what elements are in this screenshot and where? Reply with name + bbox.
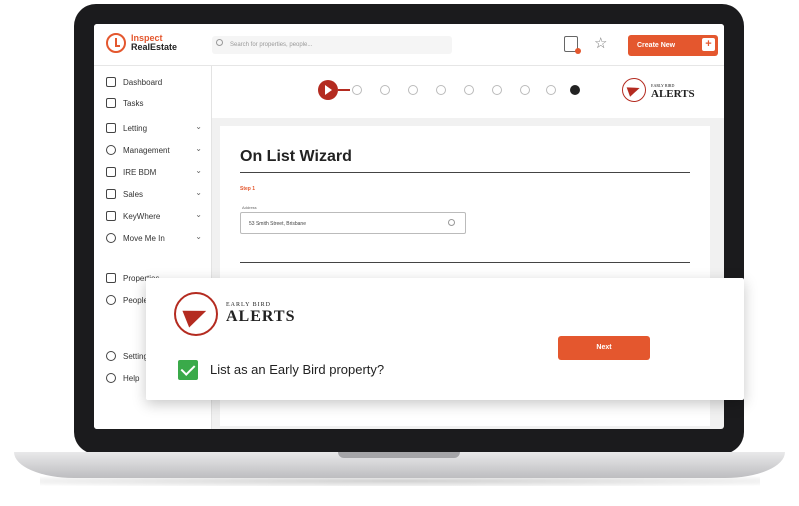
step-dot[interactable]	[546, 85, 556, 95]
star-icon[interactable]: ☆	[594, 34, 607, 52]
laptop-notch	[338, 452, 460, 458]
sidebar-item-move-me-in[interactable]: Move Me In ⌄	[106, 228, 210, 248]
early-bird-logo: EARLY BIRD ALERTS	[174, 292, 295, 336]
sidebar-item-ire-bdm[interactable]: IRE BDM ⌄	[106, 162, 210, 182]
step-dot[interactable]	[492, 85, 502, 95]
plus-icon: +	[702, 38, 715, 51]
search-input[interactable]: Search for properties, people...	[212, 36, 452, 54]
step-final-icon[interactable]	[570, 85, 580, 95]
step-dot[interactable]	[352, 85, 362, 95]
step-dot[interactable]	[520, 85, 530, 95]
sidebar-item-dashboard[interactable]: Dashboard	[106, 72, 210, 92]
early-bird-logo-small: EARLY BIRD ALERTS	[622, 78, 695, 102]
sidebar-item-tasks[interactable]: Tasks	[106, 93, 210, 113]
chevron-down-icon: ⌄	[195, 144, 202, 153]
dashboard-icon	[106, 77, 116, 87]
help-icon	[106, 373, 116, 383]
early-bird-checkbox[interactable]	[178, 360, 198, 380]
early-bird-popup: EARLY BIRD ALERTS List as an Early Bird …	[146, 278, 744, 400]
chevron-down-icon: ⌄	[195, 232, 202, 241]
app-logo[interactable]: Inspect RealEstate	[106, 33, 177, 53]
address-input[interactable]: 53 Smith Street, Brisbane	[240, 212, 466, 234]
top-bar: Inspect RealEstate Search for properties…	[94, 24, 724, 66]
step-dot[interactable]	[464, 85, 474, 95]
step-label: Step 1	[240, 186, 256, 192]
step-current-icon[interactable]	[318, 80, 338, 100]
sales-icon	[106, 189, 116, 199]
gear-icon	[106, 351, 116, 361]
people-icon	[106, 295, 116, 305]
eb-line2: ALERTS	[651, 88, 695, 100]
tasks-icon	[106, 98, 116, 108]
step-progress-line	[338, 89, 350, 91]
chevron-down-icon: ⌄	[195, 210, 202, 219]
bird-icon	[174, 292, 218, 336]
bird-icon	[622, 78, 646, 102]
chevron-down-icon: ⌄	[195, 122, 202, 131]
chevron-down-icon: ⌄	[195, 166, 202, 175]
wizard-stepper: EARLY BIRD ALERTS	[212, 66, 724, 118]
next-button[interactable]: Next	[558, 336, 650, 360]
step-dot[interactable]	[408, 85, 418, 95]
keywhere-icon	[106, 211, 116, 221]
search-icon[interactable]	[448, 219, 455, 226]
eb-line2: ALERTS	[226, 308, 296, 325]
home-icon	[106, 273, 116, 283]
step-dot[interactable]	[436, 85, 446, 95]
management-icon	[106, 145, 116, 155]
move-me-in-icon	[106, 233, 116, 243]
sidebar-item-keywhere[interactable]: KeyWhere ⌄	[106, 206, 210, 226]
ire-bdm-icon	[106, 167, 116, 177]
address-field-label: Address	[242, 205, 257, 210]
divider	[240, 262, 690, 263]
notification-icon[interactable]	[564, 36, 581, 54]
letting-icon	[106, 123, 116, 133]
laptop-mockup: Inspect RealEstate Search for properties…	[0, 0, 799, 506]
logo-line2: RealEstate	[131, 42, 178, 52]
page-title: On List Wizard	[240, 148, 352, 165]
logo-icon	[106, 33, 126, 53]
search-icon	[216, 39, 223, 46]
sidebar-item-letting[interactable]: Letting ⌄	[106, 118, 210, 138]
early-bird-checkbox-label: List as an Early Bird property?	[210, 362, 385, 377]
step-dot[interactable]	[380, 85, 390, 95]
sidebar-item-sales[interactable]: Sales ⌄	[106, 184, 210, 204]
sidebar-item-management[interactable]: Management ⌄	[106, 140, 210, 160]
divider	[240, 172, 690, 173]
chevron-down-icon: ⌄	[195, 188, 202, 197]
